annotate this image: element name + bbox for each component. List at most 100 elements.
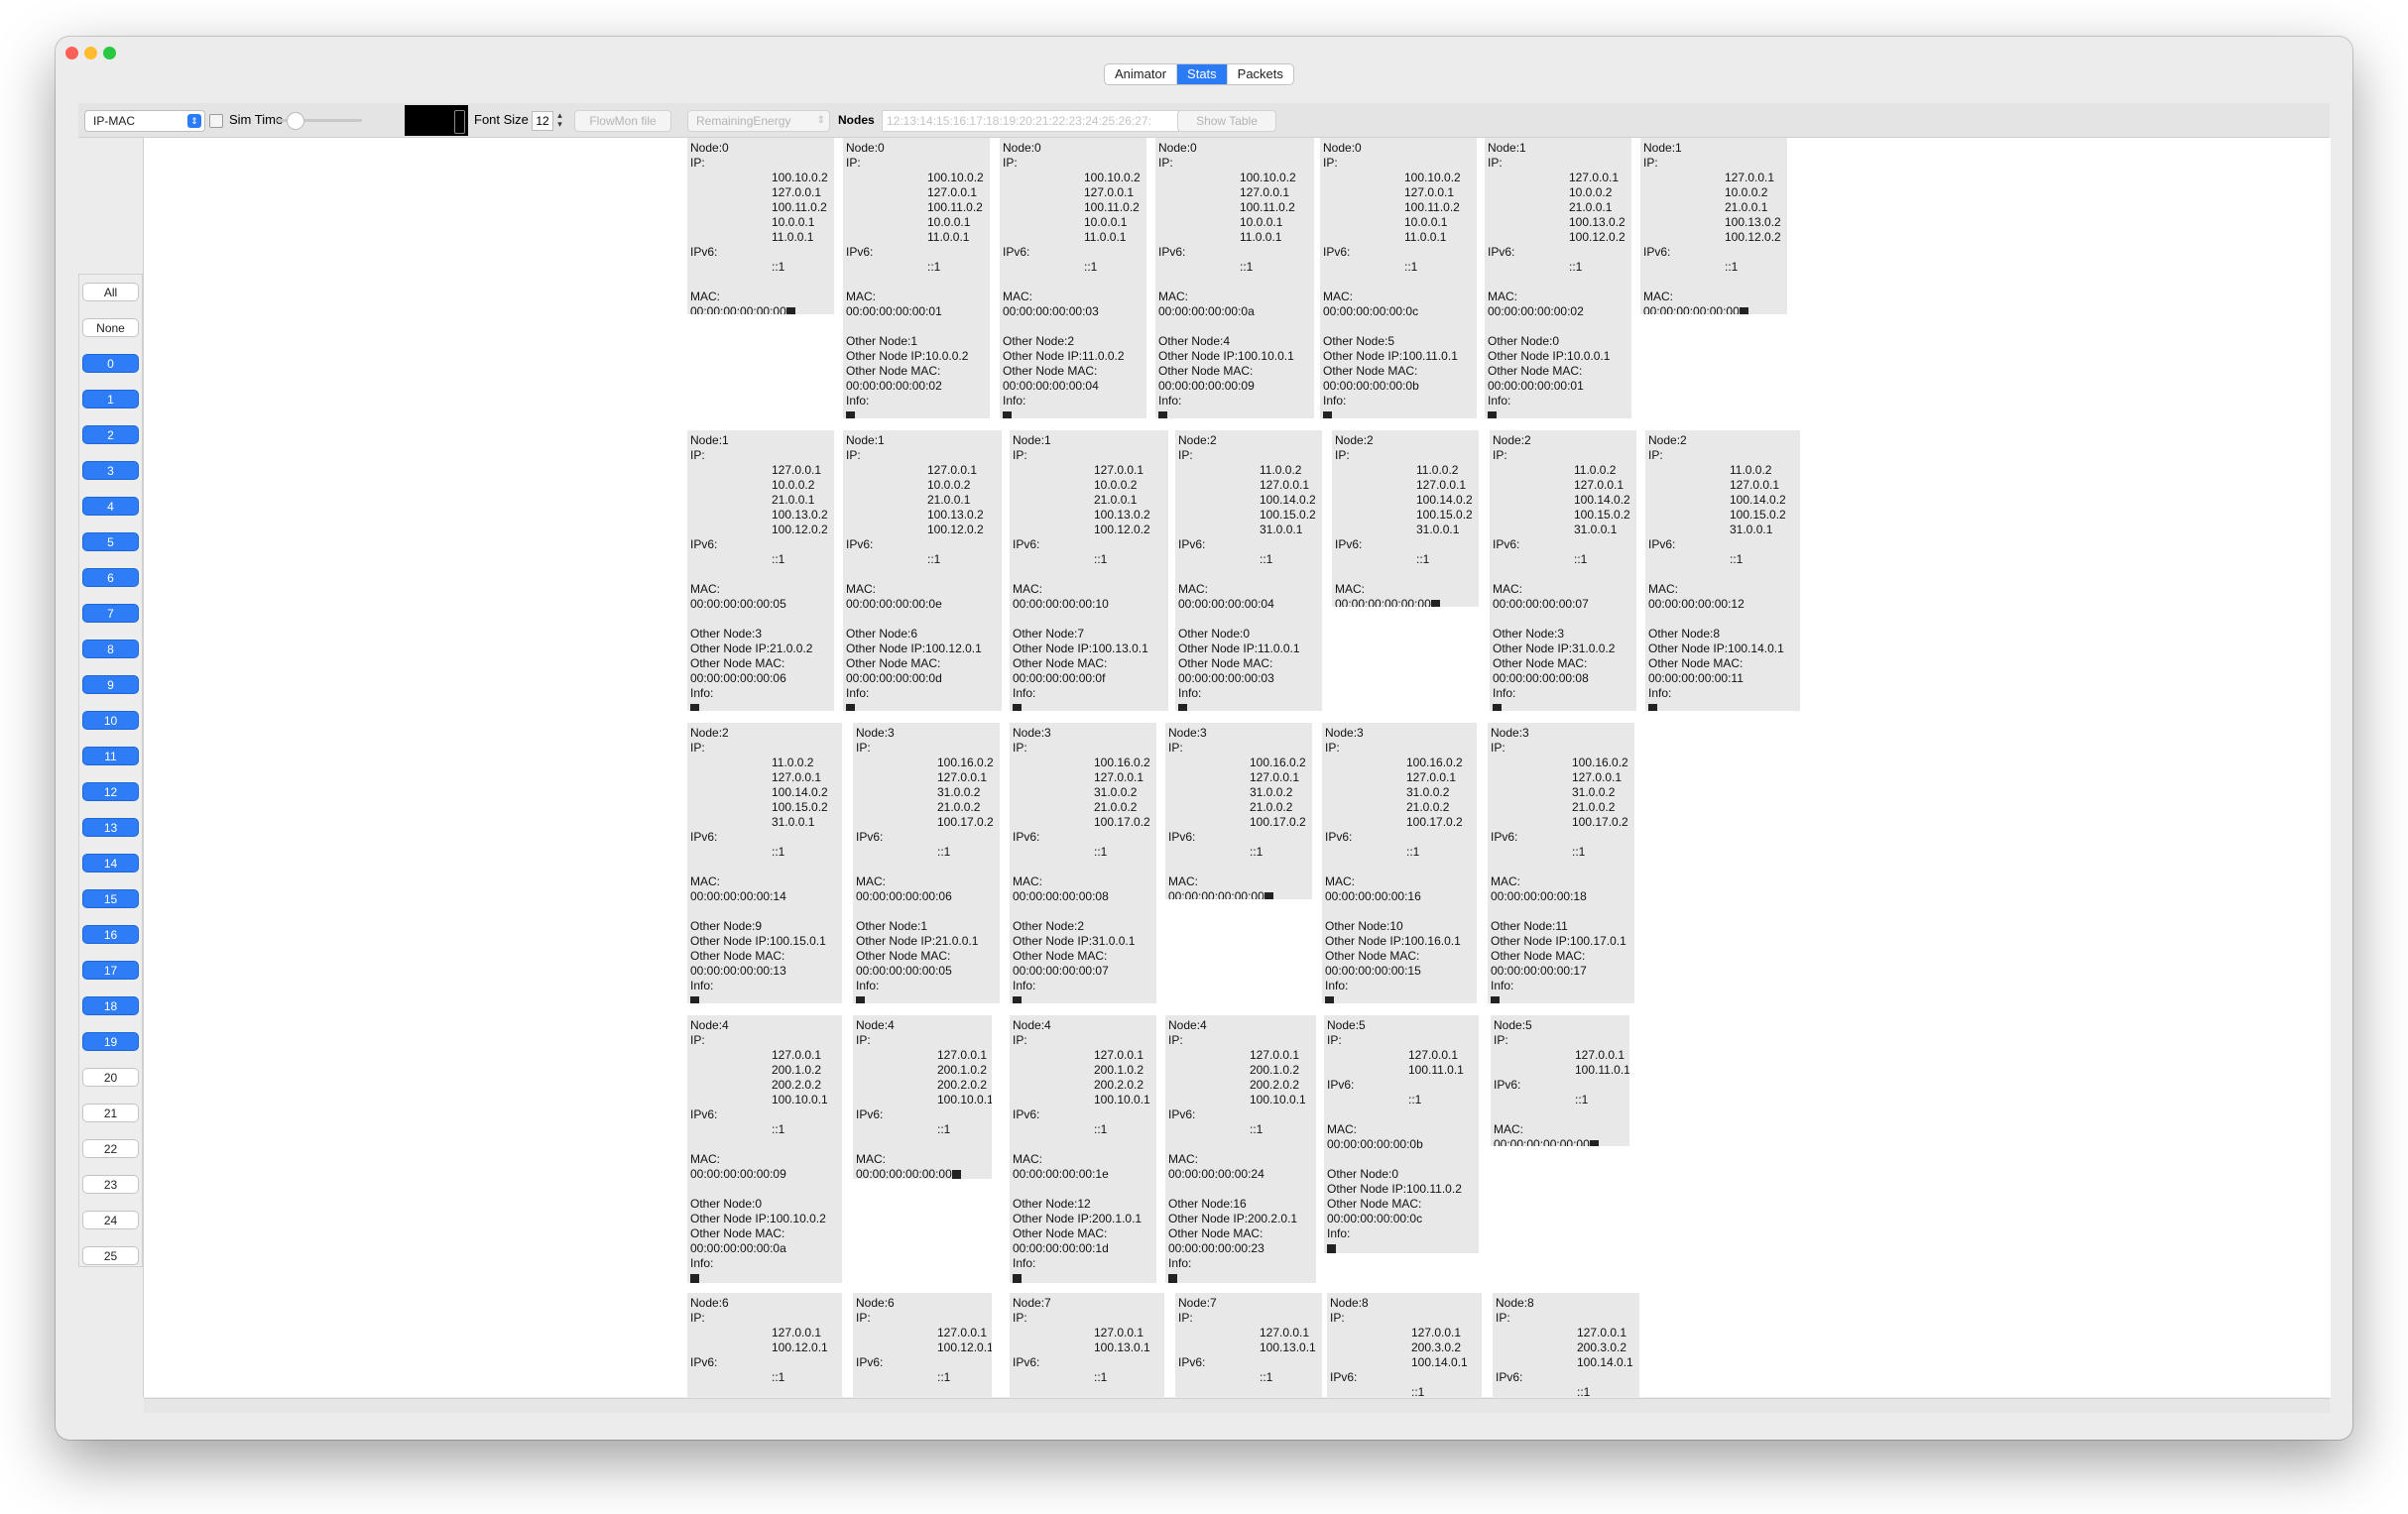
font-size-stepper[interactable]: ▴ ▾ xyxy=(554,111,565,129)
ipv6-label: IPv6: xyxy=(690,1107,718,1121)
ip-address: 127.0.0.1 xyxy=(1574,478,1625,492)
sidebar-node-button-24[interactable]: 24 xyxy=(82,1211,139,1229)
ip-label: IP: xyxy=(1168,741,1183,755)
sidebar-node-button-5[interactable]: 5 xyxy=(82,532,139,551)
sidebar-node-button-12[interactable]: 12 xyxy=(82,782,139,801)
close-window-button[interactable] xyxy=(65,47,78,59)
ip-address: 100.17.0.2 xyxy=(1572,815,1628,829)
ipv6-label: IPv6: xyxy=(1013,1355,1040,1369)
node-stats-card: Node:6IP:127.0.0.1100.12.0.1IPv6:::1 MAC… xyxy=(687,1293,842,1397)
nodes-input[interactable]: 12:13:14:15:16:17:18:19:20:21:22:23:24:2… xyxy=(882,110,1179,132)
sidebar-node-button-7[interactable]: 7 xyxy=(82,604,139,623)
node-stats-card: Node:7IP:127.0.0.1100.13.0.1IPv6:::1 MAC… xyxy=(1175,1293,1322,1397)
sidebar-node-button-18[interactable]: 18 xyxy=(82,996,139,1015)
other-node-ip: Other Node IP:21.0.0.1 xyxy=(856,934,979,948)
tab-animator[interactable]: Animator xyxy=(1105,64,1178,84)
ip-address: 100.13.0.2 xyxy=(772,508,828,522)
minimize-window-button[interactable] xyxy=(84,47,97,59)
ip-address: 127.0.0.1 xyxy=(1094,1048,1144,1062)
ip-address: 100.15.0.2 xyxy=(1260,508,1316,522)
sidebar-node-button-19[interactable]: 19 xyxy=(82,1032,139,1051)
sidebar-node-button-21[interactable]: 21 xyxy=(82,1104,139,1122)
sidebar-node-button-10[interactable]: 10 xyxy=(82,711,139,730)
sidebar-node-button-17[interactable]: 17 xyxy=(82,961,139,980)
node-stats-card: Node:1 IP: 127.0.0.1 10.0.0.2 21.0.0.1 100.13… xyxy=(1485,138,1631,418)
node-stats-card: Node:3 IP: 100.16.0.2 127.0.0.1 31.0.0.2 21.0… xyxy=(1488,723,1634,1003)
ip-address: 11.0.0.1 xyxy=(1404,230,1447,244)
mode-select[interactable]: IP-MAC ⇕ xyxy=(84,110,205,132)
mac-label: MAC: xyxy=(1493,582,1522,596)
sidebar-node-button-4[interactable]: 4 xyxy=(82,497,139,516)
ip-address: 100.11.0.2 xyxy=(1404,200,1460,214)
ip-address: 31.0.0.2 xyxy=(1094,785,1138,799)
ip-address: 100.13.0.2 xyxy=(1725,215,1781,229)
node-stats-card: Node:8 IP: 127.0.0.1 200.3.0.2 100.14.0.1 IPv… xyxy=(1327,1293,1482,1397)
ip-address: 100.12.0.2 xyxy=(1725,230,1781,244)
sidebar-node-button-3[interactable]: 3 xyxy=(82,461,139,480)
ip-address: 100.11.0.2 xyxy=(927,200,983,214)
sidebar-node-button-8[interactable]: 8 xyxy=(82,640,139,658)
sim-time-checkbox[interactable] xyxy=(209,114,223,128)
ip-address: 11.0.0.1 xyxy=(772,230,814,244)
tab-packets[interactable]: Packets xyxy=(1228,64,1293,84)
sidebar-node-button-20[interactable]: 20 xyxy=(82,1068,139,1087)
sim-time-stepper[interactable] xyxy=(454,110,465,134)
mac-address: 00:00:00:00:00:01 xyxy=(846,304,942,318)
ip-address: 100.13.0.1 xyxy=(1094,1340,1150,1354)
node-title: Node:4 xyxy=(856,1018,895,1032)
sidebar-node-button-6[interactable]: 6 xyxy=(82,568,139,587)
mac-address: 00:00:00:00:00:12 xyxy=(1648,597,1745,611)
sidebar-node-button-all[interactable]: All xyxy=(82,283,139,301)
sidebar-node-button-16[interactable]: 16 xyxy=(82,925,139,944)
sidebar-node-button-none[interactable]: None xyxy=(82,318,139,337)
tab-stats[interactable]: Stats xyxy=(1177,64,1228,84)
ipv6-address: ::1 xyxy=(1406,845,1420,859)
sidebar-node-button-9[interactable]: 9 xyxy=(82,675,139,694)
sidebar-node-button-14[interactable]: 14 xyxy=(82,854,139,873)
ip-label: IP: xyxy=(1335,448,1350,462)
other-node-mac: 00:00:00:00:00:17 xyxy=(1491,964,1587,978)
sidebar-node-button-0[interactable]: 0 xyxy=(82,354,139,373)
sidebar-node-button-15[interactable]: 15 xyxy=(82,889,139,908)
sidebar-node-button-22[interactable]: 22 xyxy=(82,1139,139,1158)
info-grip-icon xyxy=(1168,1271,1313,1283)
ip-address: 127.0.0.1 xyxy=(1094,1326,1144,1339)
flowmon-file-button[interactable]: FlowMon file xyxy=(574,110,671,132)
ip-address: 127.0.0.1 xyxy=(772,185,822,199)
other-node-ip: Other Node IP:31.0.0.2 xyxy=(1493,641,1616,655)
horizontal-scrollbar[interactable] xyxy=(144,1398,2330,1413)
ip-address: 100.12.0.2 xyxy=(1094,523,1150,536)
sidebar-node-button-25[interactable]: 25 xyxy=(82,1246,139,1265)
sim-time-slider-knob[interactable] xyxy=(287,112,304,130)
mac-address: 00:00:00:00:00:1e xyxy=(1013,1167,1109,1181)
ipv6-address: ::1 xyxy=(1416,552,1430,566)
sidebar-node-button-1[interactable]: 1 xyxy=(82,390,139,408)
info-grip-icon xyxy=(846,408,987,418)
ipv6-address: ::1 xyxy=(1240,260,1254,274)
mac-address: 00:00:00:00:00:0a xyxy=(1158,304,1255,318)
ip-address: 200.2.0.2 xyxy=(1250,1078,1300,1092)
ip-address: 100.14.0.2 xyxy=(1416,493,1473,507)
sidebar-node-button-23[interactable]: 23 xyxy=(82,1175,139,1194)
show-table-button[interactable]: Show Table xyxy=(1177,110,1276,132)
energy-select[interactable]: RemainingEnergy ⇕ xyxy=(687,110,830,132)
ip-address: 127.0.0.1 xyxy=(1094,770,1144,784)
zoom-window-button[interactable] xyxy=(103,47,116,59)
font-size-field[interactable]: 12 xyxy=(532,111,553,131)
sidebar-node-button-11[interactable]: 11 xyxy=(82,747,139,765)
node-title: Node:1 xyxy=(690,433,729,447)
sidebar-node-button-2[interactable]: 2 xyxy=(82,425,139,444)
mac-address: 00:00:00:00:00:24 xyxy=(1168,1167,1264,1181)
ipv6-address: ::1 xyxy=(937,845,951,859)
sidebar-node-button-13[interactable]: 13 xyxy=(82,818,139,837)
other-node-ip: Other Node IP:11.0.0.2 xyxy=(1003,349,1125,363)
